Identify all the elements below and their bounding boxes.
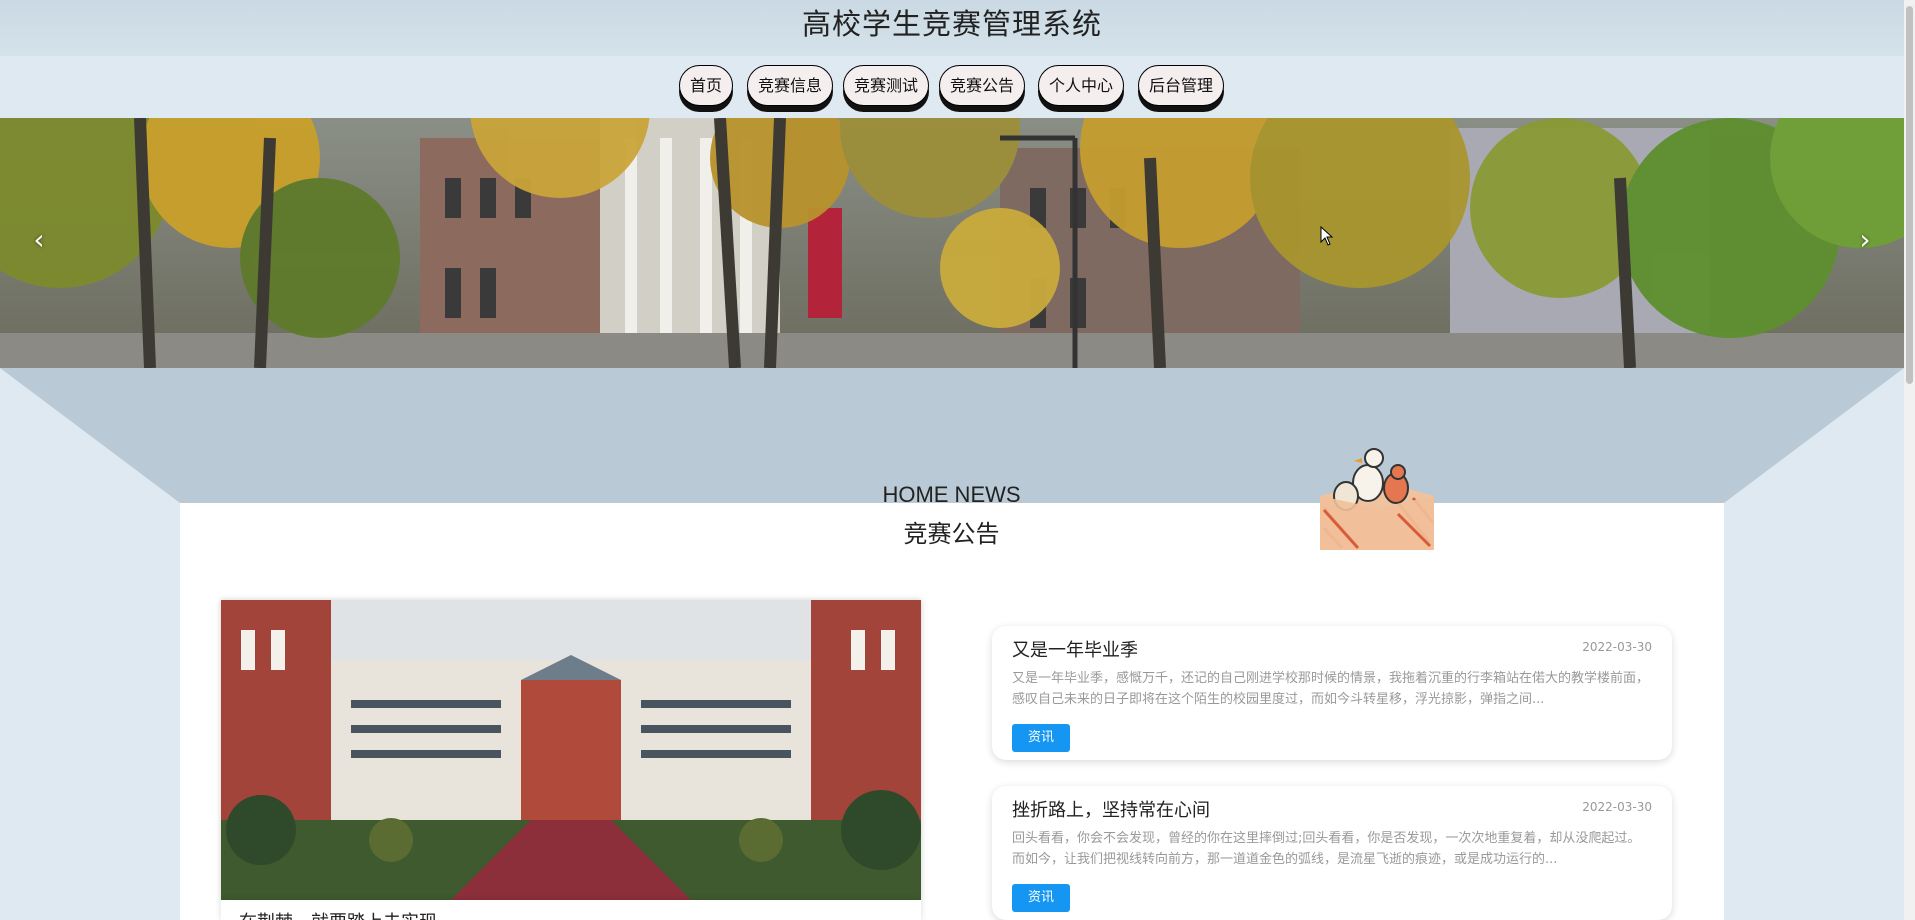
header-bar: 高校学生竞赛管理系统 (0, 0, 1904, 56)
nav-item-competition-test[interactable]: 竞赛测试 (843, 65, 929, 106)
section-title-cn: 竞赛公告 (903, 520, 1000, 548)
mascot-box-illustration (1320, 448, 1435, 550)
section-title-en: HOME NEWS (882, 482, 1021, 507)
main-nav: 首页 竞赛信息 竞赛测试 竞赛公告 个人中心 后台管理 (0, 56, 1904, 118)
news-date: 2022-03-30 (1582, 640, 1652, 654)
news-tag-button[interactable]: 资讯 (1012, 724, 1070, 752)
mouse-cursor-icon (1320, 226, 1334, 246)
banner-carousel[interactable]: ‹ › (0, 118, 1904, 368)
nav-item-home[interactable]: 首页 (679, 65, 733, 106)
news-excerpt: 回头看看，你会不会发现，曾经的你在这里摔倒过;回头看看，你是否发现，一次次地重复… (1012, 831, 1641, 867)
site-title: 高校学生竞赛管理系统 (801, 7, 1102, 41)
nav-item-admin[interactable]: 后台管理 (1138, 65, 1224, 106)
campus-banner-image (0, 118, 1904, 368)
news-date: 2022-03-30 (1582, 800, 1652, 814)
news-title: 又是一年毕业季 (1012, 640, 1138, 661)
news-excerpt: 又是一年毕业季，感慨万千，还记的自己刚进学校那时候的情景，我拖着沉重的行李箱站在… (1012, 671, 1650, 707)
carousel-next-icon[interactable]: › (1850, 225, 1880, 255)
news-tag-button[interactable]: 资讯 (1012, 884, 1070, 912)
featured-news-caption[interactable]: 在荆棘，就要踏上去实现 (221, 900, 921, 920)
campus-photo (221, 600, 921, 900)
scrollbar-thumb[interactable] (1906, 6, 1913, 384)
news-card[interactable]: 又是一年毕业季 2022-03-30 又是一年毕业季，感慨万千，还记的自己刚进学… (992, 626, 1672, 760)
nav-item-competition-info[interactable]: 竞赛信息 (747, 65, 833, 106)
featured-news-title: 在荆棘，就要踏上去实现 (239, 908, 437, 920)
carousel-prev-icon[interactable]: ‹ (24, 225, 54, 255)
news-title: 挫折路上，坚持常在心间 (1012, 800, 1210, 821)
featured-news-image[interactable] (221, 600, 921, 900)
nav-item-competition-notice[interactable]: 竞赛公告 (939, 65, 1025, 106)
nav-item-personal-center[interactable]: 个人中心 (1038, 65, 1124, 106)
news-card[interactable]: 挫折路上，坚持常在心间 2022-03-30 回头看看，你会不会发现，曾经的你在… (992, 786, 1672, 920)
